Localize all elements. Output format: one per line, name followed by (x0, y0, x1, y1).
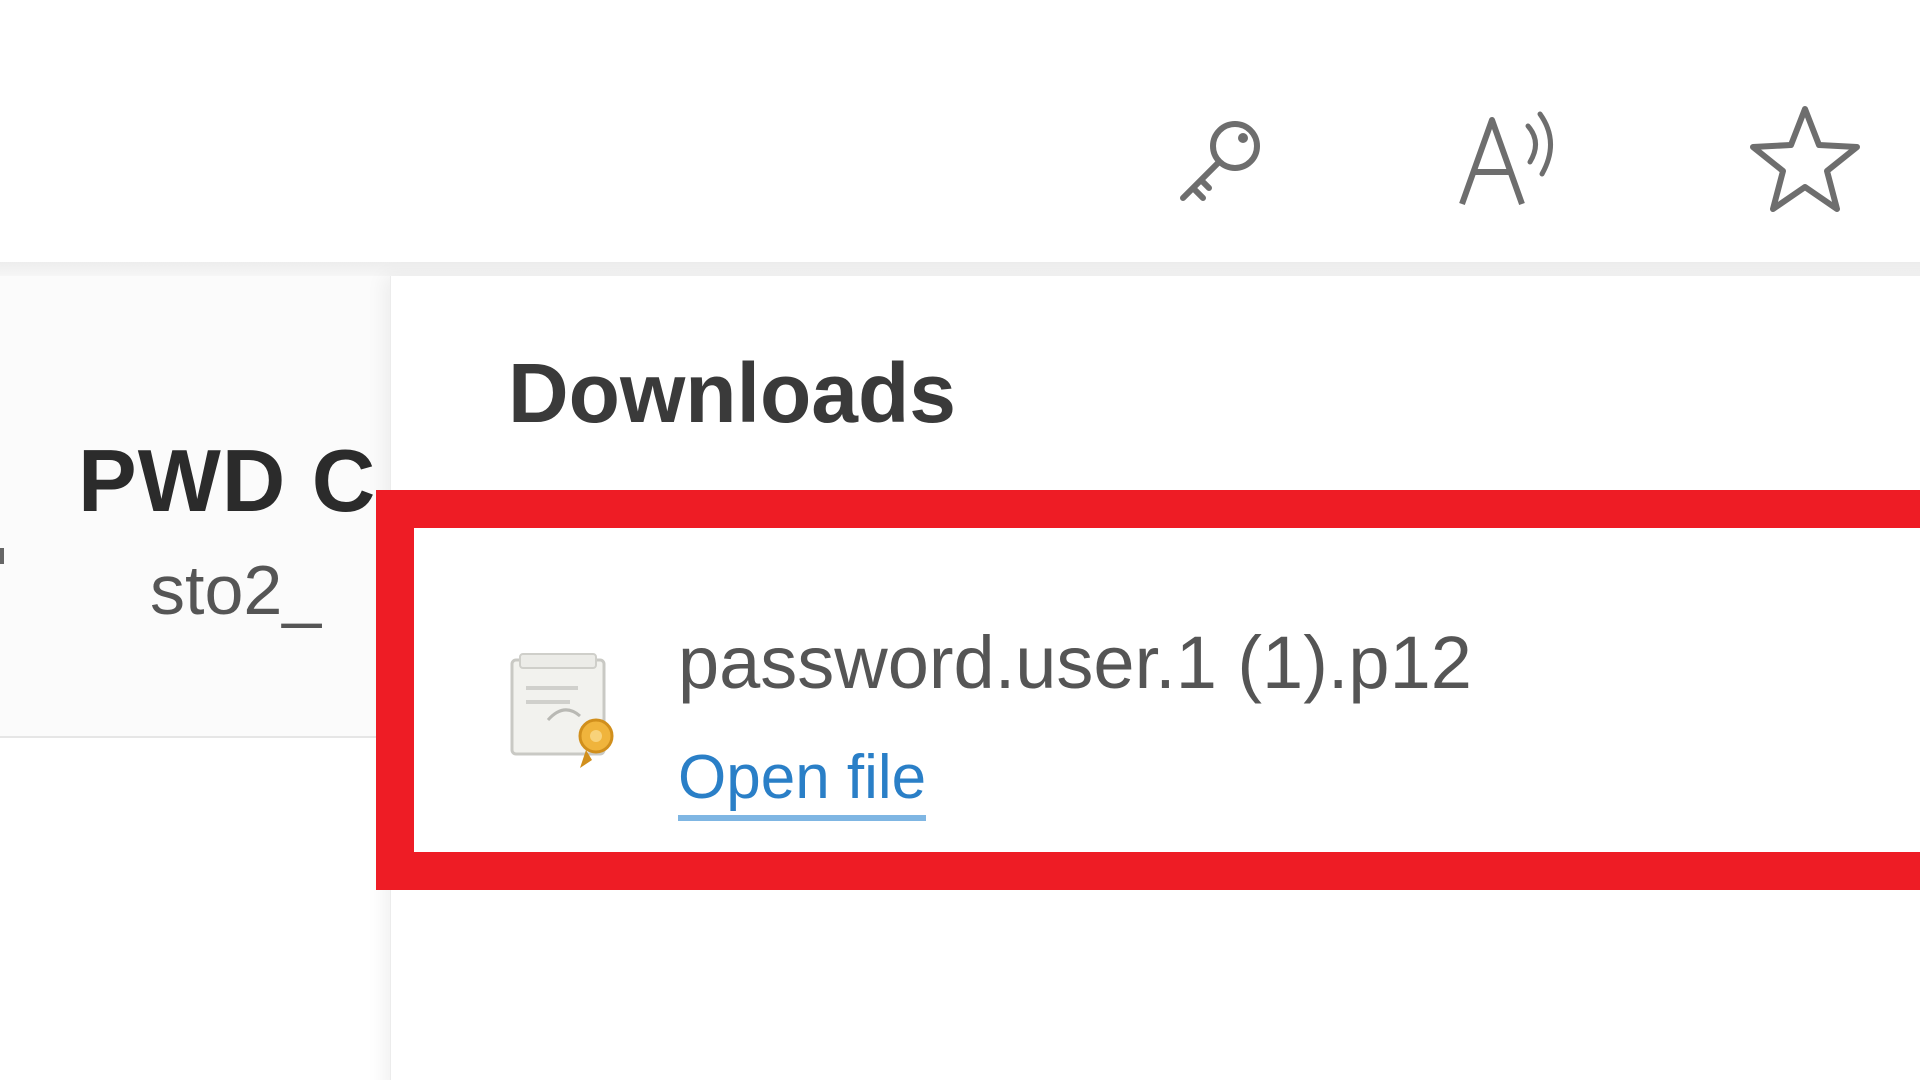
page-card-subtitle: sto2_ (150, 551, 322, 629)
browser-window: PWD C sto2_ Downloads password.user.1 (1… (0, 0, 1920, 1080)
read-aloud-icon[interactable] (1450, 96, 1570, 226)
highlight-annotation (376, 490, 1920, 890)
browser-toolbar (0, 0, 1920, 262)
toolbar-divider (0, 262, 1920, 276)
page-card-title: PWD C (78, 431, 377, 530)
downloads-title: Downloads (508, 346, 957, 440)
page-edge-marker (0, 548, 4, 564)
key-icon[interactable] (1160, 96, 1280, 226)
star-icon[interactable] (1745, 96, 1865, 226)
